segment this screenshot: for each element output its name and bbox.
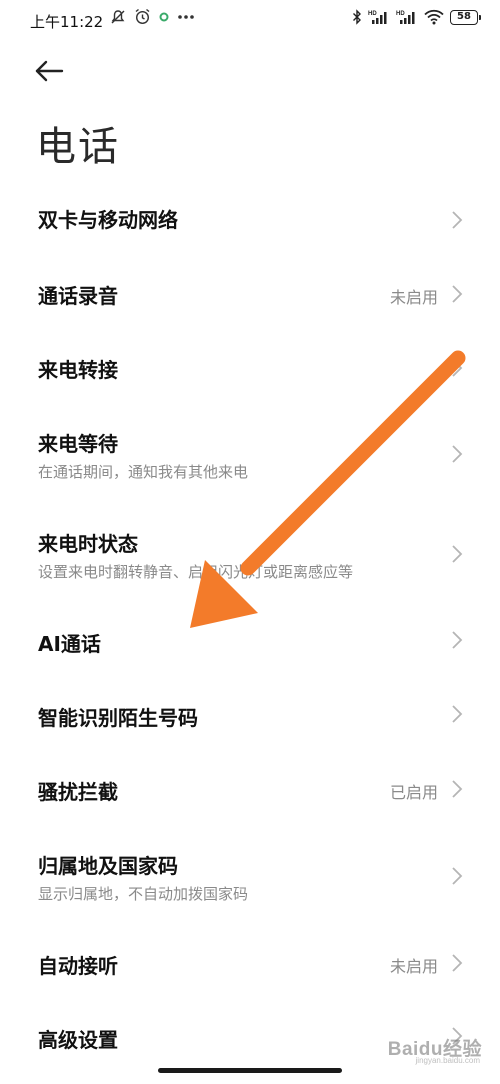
settings-row-auto-answer[interactable]: 自动接听 未启用 xyxy=(0,928,500,1002)
status-right-icons: HD HD 58 xyxy=(352,9,481,25)
row-label: 双卡与移动网络 xyxy=(38,208,178,232)
row-label: 来电等待 xyxy=(38,432,118,456)
settings-row-harassment-blocking[interactable]: 骚扰拦截 已启用 xyxy=(0,754,500,828)
signal-hd-2-tag: HD xyxy=(396,11,405,17)
row-label: AI通话 xyxy=(38,632,101,656)
chevron-right-icon xyxy=(452,445,463,463)
wifi-icon xyxy=(424,9,444,25)
arrow-left-icon xyxy=(34,60,64,86)
more-dots-icon xyxy=(177,14,195,20)
settings-row-incoming-call-status[interactable]: 来电时状态 设置来电时翻转静音、启用闪光灯或距离感应等 xyxy=(0,506,500,606)
settings-row-dual-sim[interactable]: 双卡与移动网络 xyxy=(0,182,500,258)
settings-row-unknown-number-identification[interactable]: 智能识别陌生号码 xyxy=(0,680,500,754)
row-label: 来电转接 xyxy=(38,358,118,382)
status-bar: 上午11:22 HD HD 58 xyxy=(0,0,500,44)
row-label: 通话录音 xyxy=(38,284,118,308)
bluetooth-icon xyxy=(352,9,362,25)
row-label: 归属地及国家码 xyxy=(38,854,178,878)
chevron-right-icon xyxy=(452,954,463,972)
chevron-right-icon xyxy=(452,359,463,377)
settings-row-call-forwarding[interactable]: 来电转接 xyxy=(0,332,500,406)
chevron-right-icon xyxy=(452,780,463,798)
alarm-icon xyxy=(134,8,151,25)
settings-row-call-recording[interactable]: 通话录音 未启用 xyxy=(0,258,500,332)
signal-hd-1-icon: HD xyxy=(368,9,390,25)
home-indicator[interactable] xyxy=(158,1068,342,1073)
chevron-right-icon xyxy=(452,545,463,563)
row-label: 高级设置 xyxy=(38,1028,118,1052)
row-label: 自动接听 xyxy=(38,954,118,978)
row-value: 未启用 xyxy=(389,288,438,307)
mute-icon xyxy=(110,9,126,25)
signal-hd-2-icon: HD xyxy=(396,9,418,25)
settings-row-ai-call[interactable]: AI通话 xyxy=(0,606,500,680)
row-value: 未启用 xyxy=(389,957,438,976)
row-label: 来电时状态 xyxy=(38,532,138,556)
battery-indicator: 58 xyxy=(450,9,481,25)
signal-hd-1-tag: HD xyxy=(368,11,377,17)
row-subtitle: 设置来电时翻转静音、启用闪光灯或距离感应等 xyxy=(38,563,354,581)
chevron-right-icon xyxy=(452,867,463,885)
back-button[interactable] xyxy=(34,55,74,91)
settings-row-location-country-code[interactable]: 归属地及国家码 显示归属地，不自动加拨国家码 xyxy=(0,828,500,928)
status-left-icons xyxy=(110,8,195,25)
row-subtitle: 在通话期间，通知我有其他来电 xyxy=(38,463,249,481)
page-title: 电话 xyxy=(36,124,120,170)
watermark-subtext: jingyan.baidu.com xyxy=(415,1056,480,1065)
chevron-right-icon xyxy=(452,211,463,229)
chevron-right-icon xyxy=(452,285,463,303)
row-subtitle: 显示归属地，不自动加拨国家码 xyxy=(38,885,249,903)
chevron-right-icon xyxy=(452,631,463,649)
notification-dot-icon xyxy=(159,12,169,22)
settings-row-call-waiting[interactable]: 来电等待 在通话期间，通知我有其他来电 xyxy=(0,406,500,506)
watermark-logo: Baidu经验 jingyan.baidu.com xyxy=(362,1034,482,1070)
status-time: 上午11:22 xyxy=(30,13,104,31)
row-label: 智能识别陌生号码 xyxy=(38,706,198,730)
chevron-right-icon xyxy=(452,705,463,723)
row-label: 骚扰拦截 xyxy=(38,780,118,804)
row-value: 已启用 xyxy=(389,783,438,802)
